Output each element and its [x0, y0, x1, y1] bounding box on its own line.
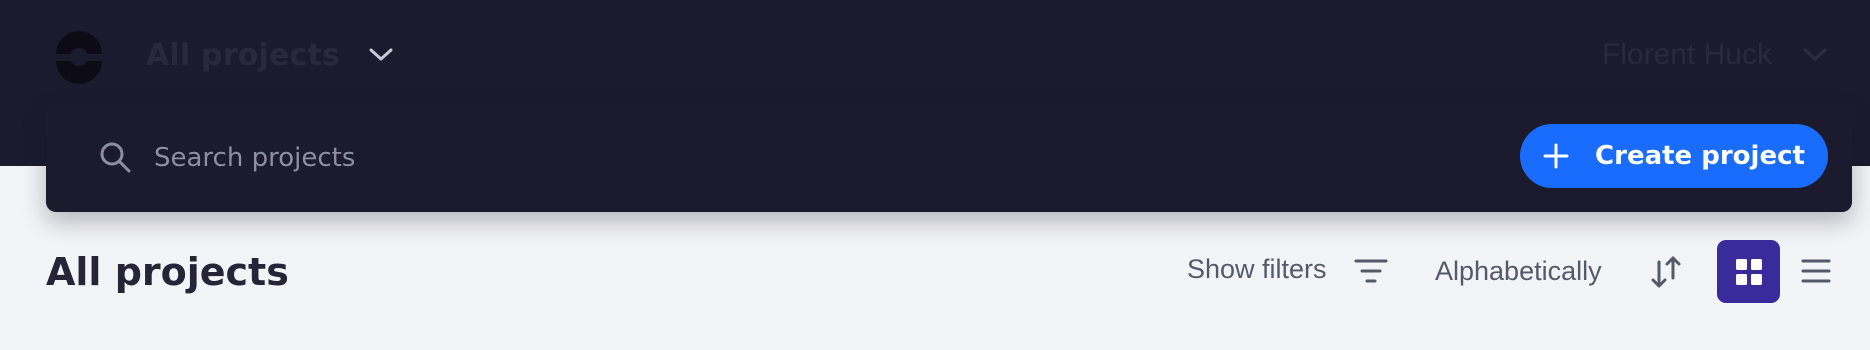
sort-order-select[interactable]: Alphabetically [1435, 256, 1602, 287]
create-project-label: Create project [1595, 141, 1805, 171]
search-input[interactable] [152, 133, 1156, 183]
project-switcher[interactable]: All projects [146, 30, 394, 80]
show-filters-button[interactable]: Show filters [1187, 254, 1327, 285]
plus-icon [1543, 143, 1569, 169]
grid-view-button[interactable] [1717, 240, 1780, 303]
sort-arrows-icon[interactable] [1648, 254, 1684, 290]
search-icon [100, 142, 131, 173]
user-menu[interactable]: Florent Huck [1602, 30, 1828, 80]
grid-view-icon [1735, 258, 1762, 285]
user-name: Florent Huck [1601, 38, 1772, 71]
filter-icon[interactable] [1354, 256, 1388, 286]
project-switcher-label: All projects [146, 37, 341, 73]
app-logo[interactable] [48, 27, 110, 87]
page-title: All projects [46, 250, 289, 294]
chevron-down-icon [369, 48, 393, 61]
chevron-down-icon [1803, 48, 1827, 61]
list-view-icon[interactable] [1800, 255, 1832, 287]
create-project-button[interactable]: Create project [1520, 124, 1828, 188]
search-panel: Create project [46, 103, 1852, 212]
